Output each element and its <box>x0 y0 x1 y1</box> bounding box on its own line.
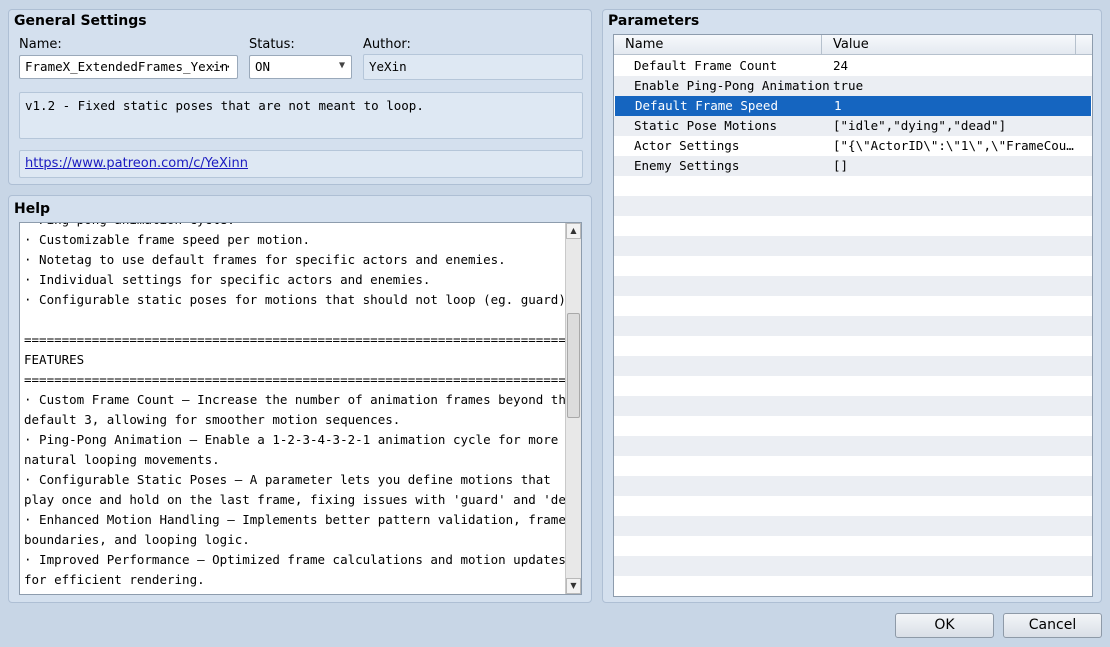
column-header-value[interactable]: Value <box>822 35 1076 55</box>
name-ellipsis: ··· <box>209 59 232 74</box>
status-label: Status: <box>249 37 295 52</box>
help-text-area[interactable]: · Ping-pong animation cycle. · Customizab… <box>19 222 582 595</box>
empty-row <box>614 316 1092 336</box>
param-name: Default Frame Count <box>634 58 777 73</box>
empty-row <box>614 256 1092 276</box>
scroll-down-arrow-icon[interactable]: ▼ <box>566 578 581 594</box>
author-label: Author: <box>363 37 411 52</box>
help-line: FEATURES <box>24 352 85 367</box>
empty-row <box>614 476 1092 496</box>
help-line: boundaries, and looping logic. <box>24 532 250 547</box>
help-line: · Enhanced Motion Handling – Implements … <box>24 512 566 527</box>
help-line: · Custom Frame Count – Increase the numb… <box>24 392 574 407</box>
param-value: true <box>833 78 864 93</box>
table-row[interactable]: Static Pose Motions ["idle","dying","dead… <box>614 116 1092 136</box>
general-settings-title: General Settings <box>14 13 147 29</box>
help-line: · Individual settings for specific actor… <box>24 272 431 287</box>
url-field[interactable]: https://www.patreon.com/c/YeXinn <box>19 150 583 178</box>
author-field[interactable]: YeXin <box>363 54 583 80</box>
parameters-panel: Parameters Name Value Default Frame Coun… <box>602 9 1102 603</box>
status-value: ON <box>255 59 271 74</box>
param-name: Enemy Settings <box>634 158 740 173</box>
empty-row <box>614 356 1092 376</box>
status-select[interactable]: ON ▼ <box>249 55 352 79</box>
help-line: · Ping-pong animation cycle. <box>24 223 581 230</box>
param-name: Static Pose Motions <box>634 118 777 133</box>
table-row[interactable]: Default Frame Speed 1 <box>615 96 1091 116</box>
help-text: · Ping-pong animation cycle. · Customizab… <box>24 223 582 590</box>
empty-row <box>614 496 1092 516</box>
empty-row <box>614 176 1092 196</box>
param-name: Default Frame Speed <box>635 98 778 113</box>
help-line: play once and hold on the last frame, fi… <box>24 492 582 507</box>
name-value: FrameX_ExtendedFrames_Yexin <box>25 59 229 74</box>
empty-row <box>614 236 1092 256</box>
table-row[interactable]: Actor Settings ["{\"ActorID\":\"1\",\"Fra… <box>614 136 1092 156</box>
column-header-name[interactable]: Name <box>614 35 822 55</box>
scroll-up-arrow-icon[interactable]: ▲ <box>566 223 581 239</box>
help-line: · Improved Performance – Optimized frame… <box>24 552 566 567</box>
empty-row <box>614 436 1092 456</box>
param-value: ["idle","dying","dead"] <box>833 118 1007 133</box>
empty-row <box>614 336 1092 356</box>
help-line: · Customizable frame speed per motion. <box>24 232 310 247</box>
help-line: · Notetag to use default frames for spec… <box>24 252 506 267</box>
table-row[interactable]: Enemy Settings [] <box>614 156 1092 176</box>
help-line: ========================================… <box>24 332 582 347</box>
help-line: default 3, allowing for smoother motion … <box>24 412 401 427</box>
name-label: Name: <box>19 37 62 52</box>
help-line: for efficient rendering. <box>24 572 205 587</box>
description-field[interactable]: v1.2 - Fixed static poses that are not m… <box>19 92 583 139</box>
help-panel: Help · Ping-pong animation cycle. · Custo… <box>8 195 592 603</box>
empty-row <box>614 376 1092 396</box>
scrollbar-thumb[interactable] <box>567 313 580 418</box>
ok-button[interactable]: OK <box>895 613 994 638</box>
help-title: Help <box>14 201 51 217</box>
help-line: · Configurable static poses for motions … <box>24 292 574 307</box>
parameters-title: Parameters <box>608 13 700 29</box>
help-scrollbar[interactable]: ▲ ▼ <box>565 223 581 594</box>
param-value: 24 <box>833 58 849 73</box>
name-field[interactable]: FrameX_ExtendedFrames_Yexin ··· <box>19 55 238 79</box>
empty-row <box>614 416 1092 436</box>
parameters-table[interactable]: Name Value Default Frame Count 24 Enable P… <box>613 34 1093 597</box>
param-name: Actor Settings <box>634 138 740 153</box>
table-row[interactable]: Enable Ping-Pong Animation true <box>614 76 1092 96</box>
empty-row <box>614 396 1092 416</box>
author-value: YeXin <box>369 59 407 74</box>
param-name: Enable Ping-Pong Animation <box>634 78 830 93</box>
empty-row <box>614 556 1092 576</box>
help-line: · Configurable Static Poses – A paramete… <box>24 472 551 487</box>
empty-row <box>614 516 1092 536</box>
empty-row <box>614 456 1092 476</box>
param-value: 1 <box>834 98 842 113</box>
help-line: natural looping movements. <box>24 452 220 467</box>
empty-row <box>614 216 1092 236</box>
param-value: [] <box>833 158 849 173</box>
help-line: ========================================… <box>24 372 582 387</box>
help-line: · Ping-Pong Animation – Enable a 1-2-3-4… <box>24 432 559 447</box>
description-text: v1.2 - Fixed static poses that are not m… <box>25 98 424 113</box>
table-header: Name Value <box>614 35 1092 55</box>
empty-row <box>614 276 1092 296</box>
param-value: ["{\"ActorID\":\"1\",\"FrameCount\" <box>833 138 1078 153</box>
general-settings-panel: General Settings Name: FrameX_ExtendedFr… <box>8 9 592 185</box>
cancel-button[interactable]: Cancel <box>1003 613 1102 638</box>
empty-row <box>614 196 1092 216</box>
url-link[interactable]: https://www.patreon.com/c/YeXinn <box>25 156 248 171</box>
empty-row <box>614 576 1092 596</box>
empty-row <box>614 536 1092 556</box>
table-row[interactable]: Default Frame Count 24 <box>614 56 1092 76</box>
help-line <box>24 310 581 330</box>
empty-row <box>614 296 1092 316</box>
chevron-down-icon: ▼ <box>338 60 345 71</box>
